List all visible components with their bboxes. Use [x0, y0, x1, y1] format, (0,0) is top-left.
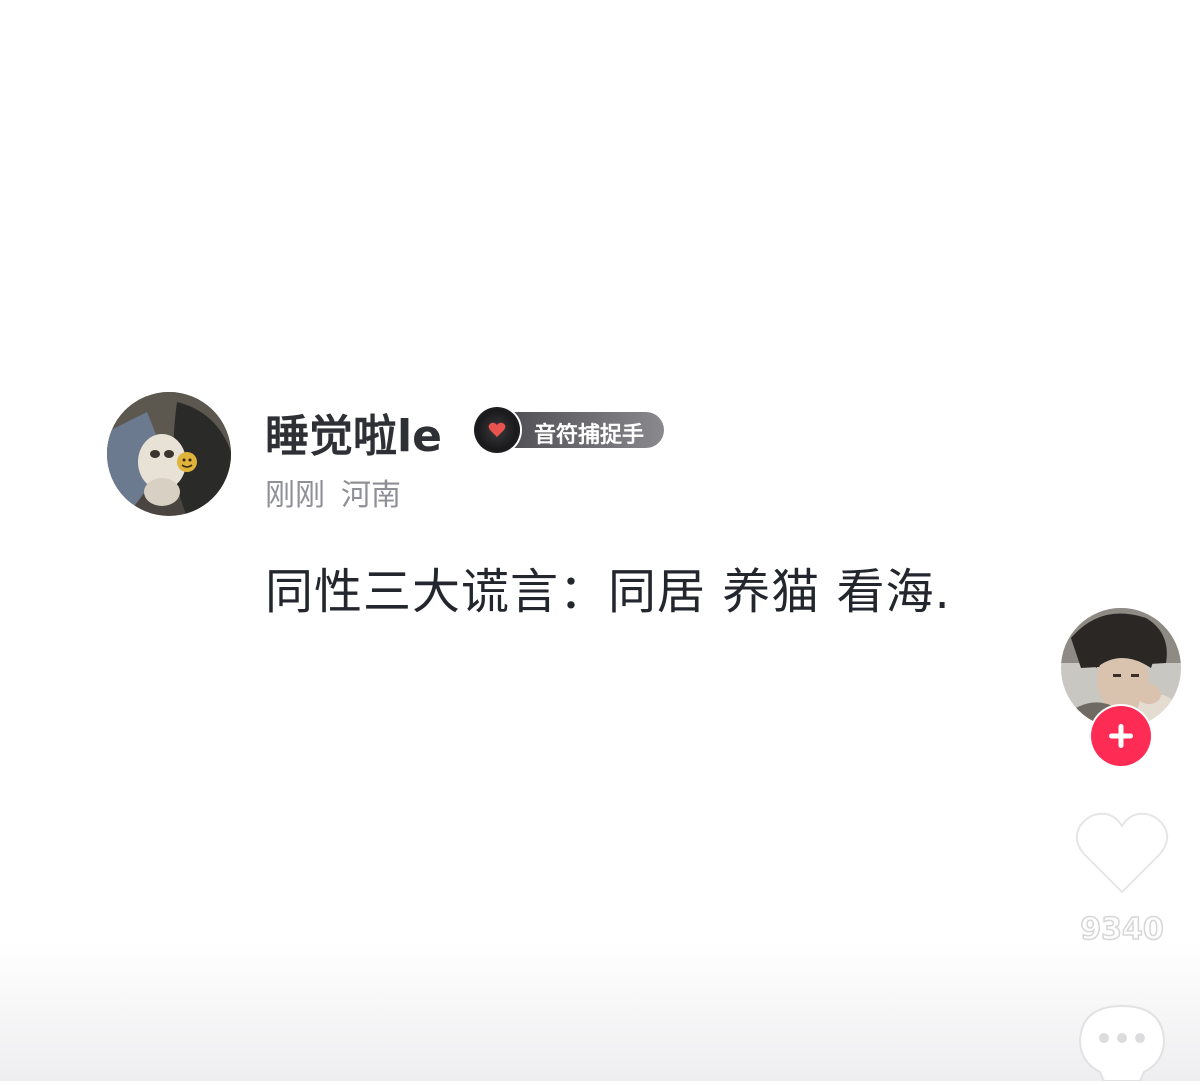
bottom-gradient	[0, 941, 1200, 1081]
author-avatar[interactable]	[107, 392, 231, 516]
heart-icon	[1075, 812, 1169, 894]
comment-card: 睡觉啦le 音符捕捉手 刚刚 河南 同性三大谎言：同居 养猫 看海.	[107, 392, 1047, 622]
post-time: 刚刚	[265, 478, 325, 513]
author-avatar-image	[107, 392, 231, 516]
badge-label: 音符捕捉手	[534, 422, 645, 448]
heart-icon	[488, 422, 506, 437]
like-button[interactable]	[1072, 808, 1172, 898]
post-meta: 刚刚 河南	[265, 470, 401, 514]
comment-text: 同性三大谎言：同居 养猫 看海.	[265, 564, 951, 620]
music-disc-icon	[474, 407, 520, 453]
achievement-badge[interactable]: 音符捕捉手	[474, 407, 666, 453]
follow-button[interactable]	[1091, 706, 1151, 766]
more-dots-icon	[1078, 1004, 1166, 1082]
like-count: 9340	[1080, 911, 1165, 948]
author-name[interactable]: 睡觉啦le	[265, 400, 442, 464]
post-location: 河南	[341, 478, 401, 513]
more-button[interactable]	[1074, 1000, 1170, 1082]
plus-icon	[1109, 724, 1133, 748]
